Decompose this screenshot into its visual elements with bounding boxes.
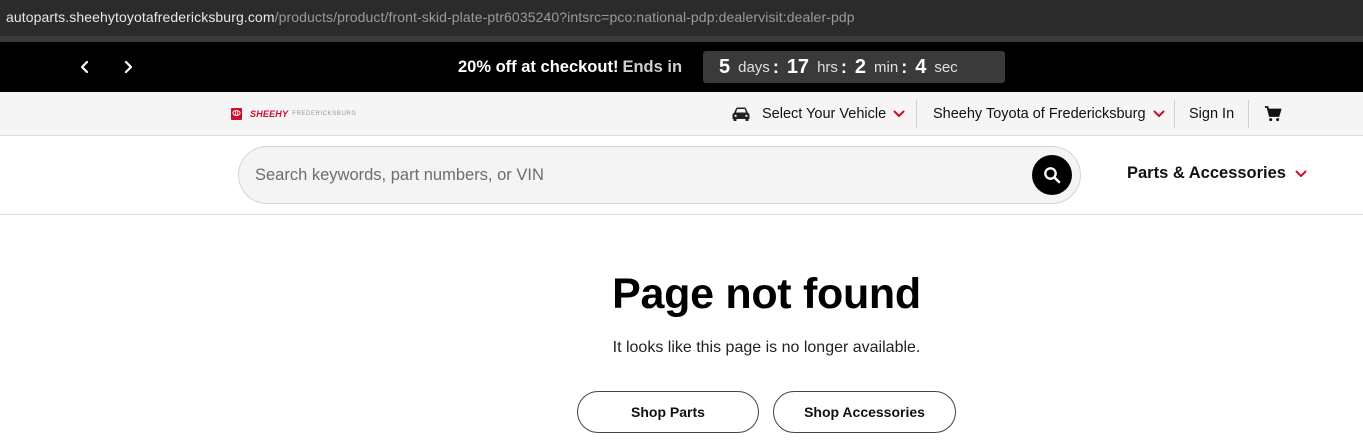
chevron-right-icon	[124, 60, 133, 74]
url-host: autoparts.sheehytoyotafredericksburg.com	[6, 9, 275, 25]
toyota-logo-icon	[231, 108, 242, 120]
page-subtitle: It looks like this page is no longer ava…	[612, 339, 921, 356]
countdown-timer: 5 days : 17 hrs : 2 min : 4 sec	[703, 51, 1005, 83]
chevron-down-icon	[893, 110, 905, 117]
header-divider	[1248, 100, 1249, 128]
search-icon	[1044, 167, 1061, 184]
select-vehicle-button[interactable]: Select Your Vehicle	[731, 92, 905, 136]
search-bar-row: Parts & Accessories	[0, 136, 1363, 215]
main-content: Page not found It looks like this page i…	[0, 215, 1363, 447]
countdown-separator: :	[901, 56, 908, 77]
header-divider	[1174, 100, 1175, 128]
countdown-seconds-unit: sec	[934, 58, 958, 76]
car-icon	[732, 107, 750, 121]
dealer-selector[interactable]: Sheehy Toyota of Fredericksburg	[933, 92, 1165, 136]
countdown-hours: 17	[786, 55, 810, 78]
chevron-down-icon	[1153, 110, 1165, 117]
cart-button[interactable]	[1264, 92, 1282, 136]
promo-prev-button[interactable]	[72, 54, 98, 80]
dealer-header: SHEEHY FREDERICKSBURG Select Your Vehicl…	[0, 92, 1363, 136]
page-title: Page not found	[612, 270, 921, 318]
countdown-separator: :	[840, 56, 847, 77]
dealer-logo-brand: SHEEHY	[250, 109, 289, 119]
countdown-separator: :	[772, 56, 779, 77]
search-button[interactable]	[1032, 155, 1072, 195]
promo-ends-label: Ends in	[622, 58, 683, 76]
select-vehicle-label: Select Your Vehicle	[762, 106, 887, 122]
countdown-days: 5	[719, 55, 731, 78]
chevron-left-icon	[80, 60, 89, 74]
promo-offer-text: 20% off at checkout!	[458, 58, 619, 76]
dealer-name: Sheehy Toyota of Fredericksburg	[933, 106, 1146, 122]
countdown-days-unit: days	[738, 58, 770, 76]
parts-accessories-label: Parts & Accessories	[1127, 164, 1286, 182]
countdown-hours-unit: hrs	[817, 58, 838, 76]
promo-next-button[interactable]	[115, 54, 141, 80]
url-path: /products/product/front-skid-plate-ptr60…	[274, 9, 855, 25]
dealer-logo-location: FREDERICKSBURG	[292, 111, 357, 117]
shop-accessories-button[interactable]: Shop Accessories	[773, 391, 956, 433]
cart-icon	[1265, 106, 1282, 122]
browser-address-bar[interactable]: autoparts.sheehytoyotafredericksburg.com…	[0, 0, 1363, 36]
parts-accessories-menu[interactable]: Parts & Accessories	[1127, 164, 1307, 183]
url-text[interactable]: autoparts.sheehytoyotafredericksburg.com…	[6, 9, 855, 25]
promo-banner: 20% off at checkout! Ends in 5 days : 17 …	[0, 42, 1363, 92]
sign-in-link[interactable]: Sign In	[1189, 92, 1234, 136]
countdown-minutes: 2	[854, 55, 867, 78]
dealer-logo[interactable]: SHEEHY FREDERICKSBURG	[231, 104, 357, 124]
promo-message: 20% off at checkout! Ends in	[458, 58, 682, 77]
search-box	[238, 146, 1081, 204]
search-input[interactable]	[255, 147, 1025, 203]
chevron-down-icon	[1295, 170, 1307, 177]
header-divider	[916, 100, 917, 128]
countdown-minutes-unit: min	[874, 58, 899, 76]
countdown-seconds: 4	[915, 55, 927, 78]
shop-parts-button[interactable]: Shop Parts	[577, 391, 759, 433]
